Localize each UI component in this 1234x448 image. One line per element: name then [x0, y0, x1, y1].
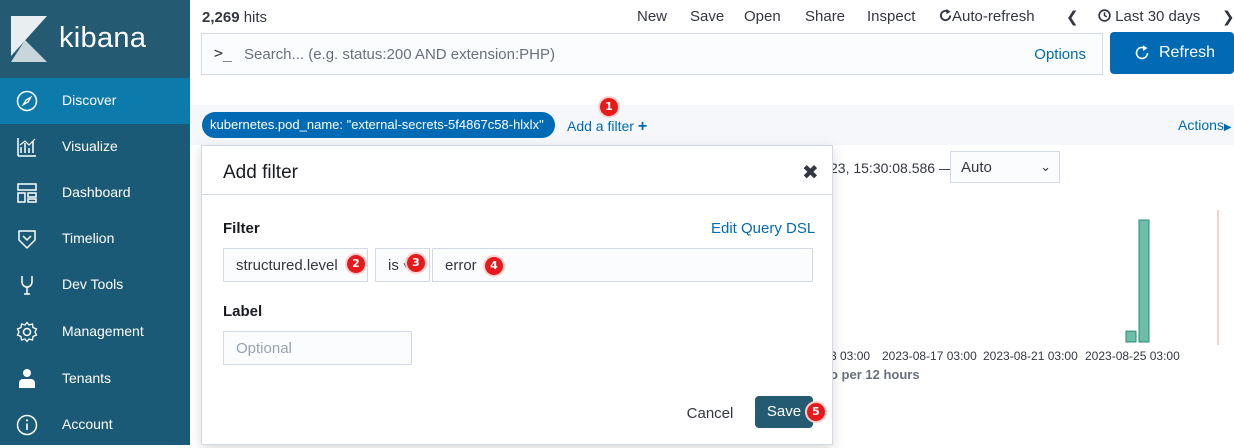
sidebar-item-dev-tools[interactable]: Dev Tools — [0, 262, 190, 308]
plus-icon: + — [637, 118, 648, 135]
histogram-bar[interactable] — [1125, 330, 1137, 343]
sidebar-item-account[interactable]: Account — [0, 402, 190, 448]
compass-icon — [16, 90, 38, 112]
label-label: Label — [223, 303, 263, 320]
divider — [202, 194, 832, 195]
actions-button[interactable]: Actions▶ — [1178, 117, 1232, 133]
new-button[interactable]: New — [637, 8, 667, 25]
sidebar-item-label: Account — [62, 416, 113, 432]
gear-icon — [16, 321, 38, 343]
search-placeholder: Search... (e.g. status:200 AND extension… — [244, 46, 555, 63]
share-button[interactable]: Share — [805, 8, 845, 25]
kibana-logo[interactable]: kibana — [0, 0, 190, 78]
sidebar: kibana Discover Visualize Dashboard Time… — [0, 0, 190, 445]
app-name: kibana — [59, 22, 147, 54]
annotation-badge: 3 — [405, 252, 427, 274]
sidebar-item-tenants[interactable]: Tenants — [0, 356, 190, 402]
user-icon — [19, 369, 35, 388]
annotation-badge: 2 — [345, 253, 367, 275]
sidebar-item-label: Dashboard — [62, 184, 131, 200]
search-input[interactable]: >_ Search... (e.g. status:200 AND extens… — [201, 33, 1103, 75]
sidebar-item-discover[interactable]: Discover — [0, 78, 190, 124]
add-filter-popover: Add filter ✖ Filter Edit Query DSL struc… — [201, 145, 833, 445]
x-tick-label: 3 03:00 — [830, 349, 871, 363]
hits-count: 2,269 hits — [202, 9, 268, 26]
annotation-badge: 5 — [805, 401, 827, 423]
close-icon[interactable]: ✖ — [802, 160, 819, 185]
interval-select[interactable]: Auto ⌄ — [950, 151, 1060, 183]
options-button[interactable]: Options — [1034, 46, 1086, 63]
sidebar-item-label: Timelion — [62, 230, 115, 246]
sidebar-item-timelion[interactable]: Timelion — [0, 216, 190, 262]
timelion-icon — [18, 230, 36, 250]
auto-refresh-button[interactable]: Auto-refresh — [939, 8, 1035, 25]
label-input[interactable]: Optional — [223, 331, 412, 365]
filter-label: Filter — [223, 220, 260, 237]
filter-pill[interactable]: kubernetes.pod_name: "external-secrets-5… — [202, 112, 555, 138]
annotation-badge: 1 — [598, 96, 620, 118]
info-icon — [16, 414, 38, 436]
edit-query-dsl-link[interactable]: Edit Query DSL — [711, 220, 815, 237]
wrench-icon — [21, 276, 33, 295]
histogram-chart — [1125, 210, 1219, 345]
refresh-button[interactable]: Refresh — [1110, 32, 1234, 74]
modal-title: Add filter — [223, 162, 298, 183]
x-tick-label: 2023-08-21 03:00 — [983, 349, 1078, 363]
sidebar-item-dashboard[interactable]: Dashboard — [0, 170, 190, 216]
chevron-right-icon[interactable]: ❯ — [1222, 8, 1234, 26]
add-filter-button[interactable]: Add a filter + — [567, 118, 647, 136]
clock-icon — [1098, 9, 1111, 22]
caret-right-icon: ▶ — [1223, 122, 1232, 133]
save-search-button[interactable]: Save — [690, 8, 724, 25]
x-tick-label: 2023-08-17 03:00 — [882, 349, 977, 363]
time-picker[interactable]: Last 30 days — [1098, 8, 1200, 25]
chevron-left-icon[interactable]: ❮ — [1066, 8, 1079, 26]
dashboard-icon — [17, 183, 37, 203]
sidebar-item-label: Discover — [62, 92, 117, 108]
open-button[interactable]: Open — [744, 8, 781, 25]
sidebar-item-visualize[interactable]: Visualize — [0, 124, 190, 170]
refresh-icon — [1135, 45, 1149, 60]
x-tick-label: 2023-08-25 03:00 — [1085, 349, 1180, 363]
query-prompt-icon: >_ — [214, 44, 233, 62]
time-range-text: 23, 15:30:08.586 — — [830, 160, 953, 176]
inspect-button[interactable]: Inspect — [867, 8, 915, 25]
kibana-logo-icon — [11, 16, 47, 62]
sidebar-item-label: Dev Tools — [62, 276, 124, 292]
annotation-badge: 4 — [483, 255, 505, 277]
sidebar-item-label: Tenants — [62, 370, 112, 386]
sidebar-item-label: Visualize — [62, 138, 118, 154]
chevron-down-icon: ⌄ — [1040, 159, 1051, 174]
sidebar-item-management[interactable]: Management — [0, 309, 190, 355]
cancel-button[interactable]: Cancel — [674, 399, 746, 429]
refresh-icon — [939, 9, 952, 22]
histogram-bar[interactable] — [1138, 219, 1150, 343]
chart-icon — [17, 138, 36, 157]
interval-text: o per 12 hours — [830, 367, 920, 382]
sidebar-item-label: Management — [62, 323, 144, 339]
